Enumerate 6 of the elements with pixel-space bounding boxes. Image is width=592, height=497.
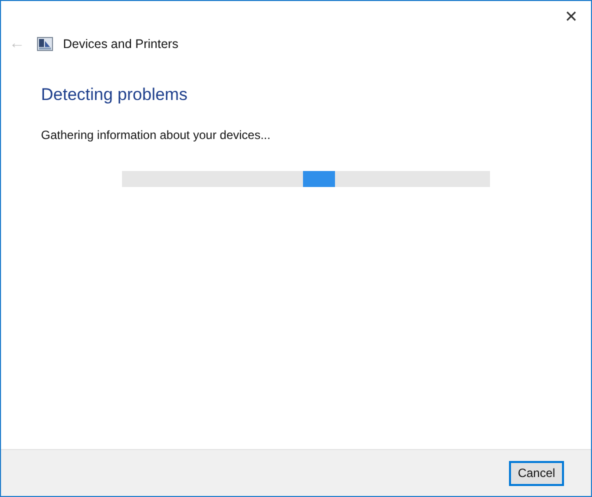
- cancel-button[interactable]: Cancel: [509, 460, 564, 486]
- window-title: Devices and Printers: [63, 36, 178, 53]
- status-text: Gathering information about your devices...: [41, 126, 272, 144]
- close-button[interactable]: ✕: [559, 7, 583, 29]
- devices-printers-icon: [37, 37, 53, 51]
- page-heading: Detecting problems: [41, 84, 188, 106]
